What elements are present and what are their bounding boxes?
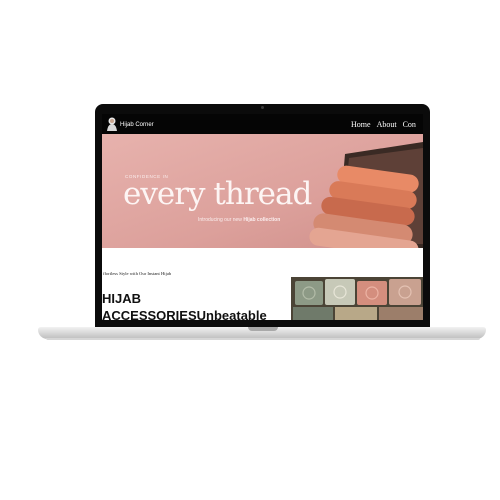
laptop-notch (248, 327, 278, 331)
hero-title: every thread (123, 176, 312, 212)
nav-link-about[interactable]: About (377, 120, 397, 129)
site-navbar: Hijab Corner Home About Con (102, 114, 423, 134)
section-heading-line-2: ACCESSORIESUnbeatable (102, 308, 267, 320)
hero-subtitle: Introducing our new Hijab collection (198, 217, 280, 223)
brand-name[interactable]: Hijab Corner (120, 122, 154, 128)
section-heading: HIJAB ACCESSORIESUnbeatable (102, 290, 267, 320)
hijab-box-image (309, 142, 423, 248)
laptop-mockup: Hijab Corner Home About Con CONFIDENCE I… (0, 0, 500, 500)
nav-link-contact[interactable]: Con (403, 120, 416, 129)
hero-subtitle-text: Introducing our new (198, 217, 242, 223)
webcam-icon (261, 106, 264, 109)
section-heading-line-1: HIJAB (102, 291, 142, 306)
laptop-base-edge (46, 338, 480, 340)
brand-logo-icon[interactable] (106, 116, 120, 131)
laptop-screen: Hijab Corner Home About Con CONFIDENCE I… (102, 114, 423, 320)
accessories-photo[interactable] (291, 277, 423, 320)
hero-subtitle-highlight: Hijab collection (243, 217, 281, 223)
section-tagline: ffortless Style with Our Instant Hijab (103, 271, 172, 276)
nav-link-home[interactable]: Home (351, 120, 371, 129)
nav-links: Home About Con (351, 120, 422, 129)
hero-banner: CONFIDENCE IN every thread Introducing o… (102, 134, 423, 248)
